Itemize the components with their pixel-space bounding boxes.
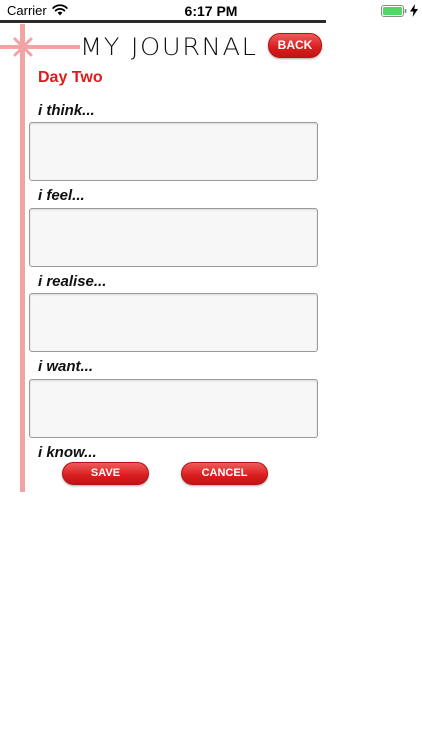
status-time: 6:17 PM [184, 3, 238, 19]
close-icon [13, 37, 33, 57]
prompt-label-think: i think... [38, 102, 95, 119]
prompt-label-know: i know... [38, 444, 97, 461]
prompt-label-want: i want... [38, 358, 94, 375]
header-divider [0, 20, 326, 23]
prompt-label-realise: i realise... [38, 273, 107, 290]
battery-icon [381, 5, 407, 17]
charging-icon [410, 4, 418, 17]
save-button[interactable]: SAVE [62, 462, 149, 485]
feel-text-area[interactable] [29, 208, 318, 267]
status-bar: Carrier 6:17 PM [0, 0, 422, 22]
think-text-area[interactable] [29, 122, 318, 181]
realise-text-area[interactable] [29, 293, 318, 352]
entry-title: Day Two [38, 69, 103, 86]
app-title: MY JOURNAL [80, 33, 258, 61]
frame-vertical-line [20, 24, 25, 492]
prompt-label-feel: i feel... [38, 187, 85, 204]
back-button[interactable]: BACK [268, 33, 322, 58]
cancel-button[interactable]: CANCEL [181, 462, 268, 485]
want-text-area[interactable] [29, 379, 318, 438]
